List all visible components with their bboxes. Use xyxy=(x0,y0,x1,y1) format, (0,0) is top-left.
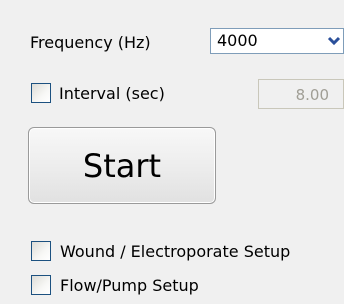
flow-pump-checkbox[interactable] xyxy=(31,275,51,295)
start-button[interactable]: Start xyxy=(28,127,216,204)
wound-electroporate-label: Wound / Electroporate Setup xyxy=(60,242,291,261)
interval-value: 8.00 xyxy=(295,86,329,104)
interval-checkbox[interactable] xyxy=(31,83,51,103)
chevron-down-icon[interactable] xyxy=(323,31,344,51)
interval-input[interactable]: 8.00 xyxy=(258,79,344,109)
frequency-dropdown[interactable]: 4000 xyxy=(210,28,344,54)
flow-pump-label: Flow/Pump Setup xyxy=(60,276,199,295)
frequency-value: 4000 xyxy=(217,31,258,50)
interval-label: Interval (sec) xyxy=(59,84,165,103)
frequency-label: Frequency (Hz) xyxy=(30,33,151,52)
wound-electroporate-checkbox[interactable] xyxy=(31,241,51,261)
